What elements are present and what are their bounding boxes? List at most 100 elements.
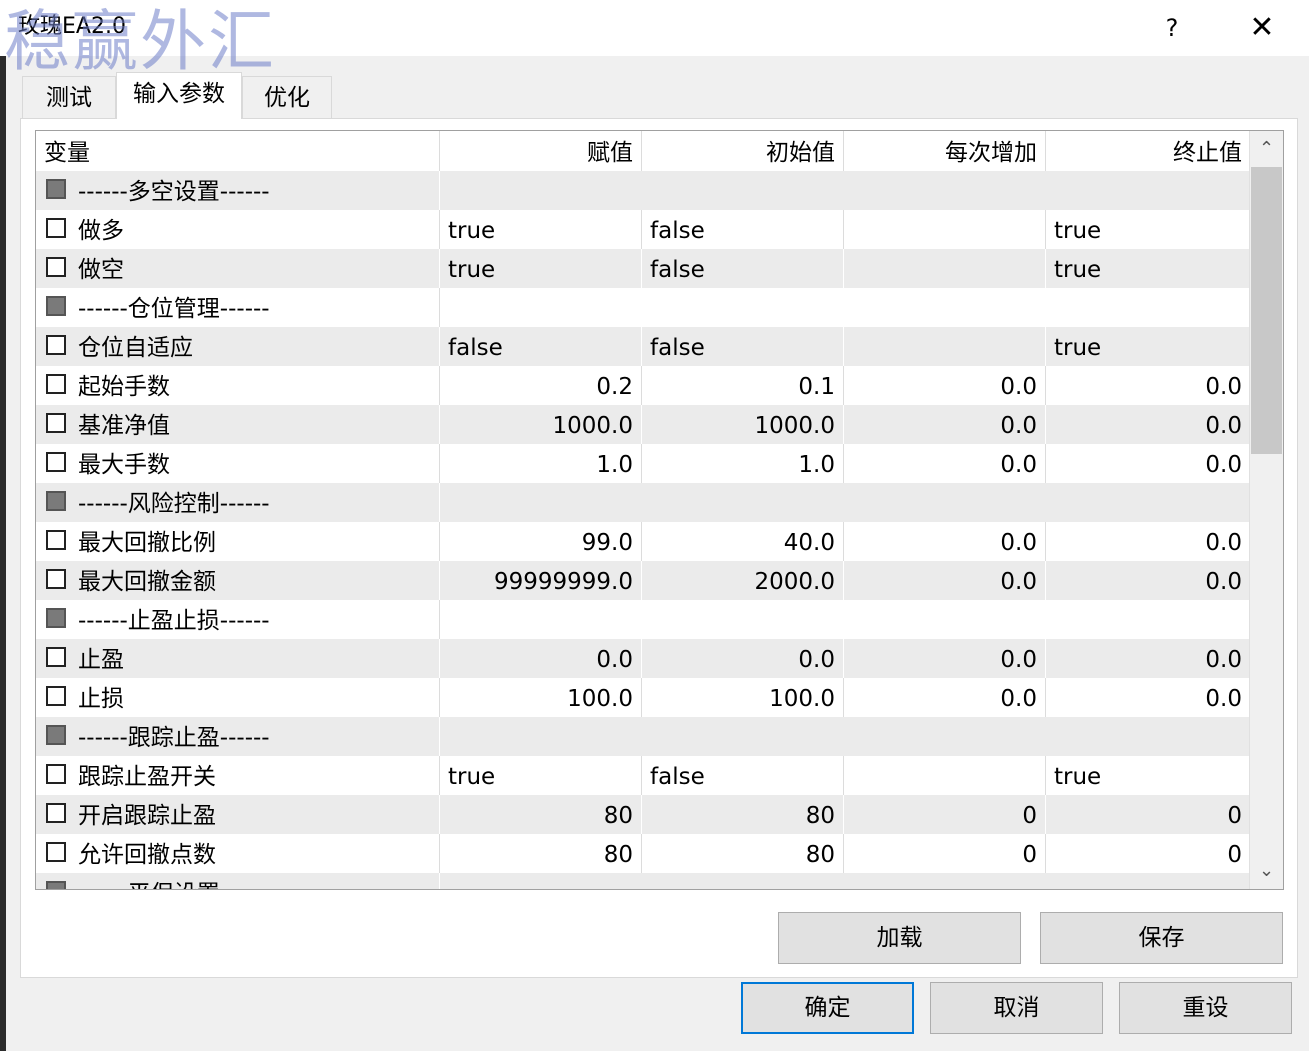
value-cell[interactable]: 80 (440, 834, 642, 873)
optimize-checkbox[interactable] (46, 335, 66, 355)
cancel-button[interactable]: 取消 (930, 982, 1103, 1034)
header-step[interactable]: 每次增加 (844, 131, 1046, 171)
step-cell[interactable]: 0.0 (844, 639, 1046, 678)
optimize-checkbox[interactable] (46, 218, 66, 238)
value-cell[interactable]: true (440, 210, 642, 249)
ok-button[interactable]: 确定 (741, 982, 914, 1034)
step-cell[interactable]: 0 (844, 834, 1046, 873)
optimize-checkbox[interactable] (46, 530, 66, 550)
table-row[interactable]: 止盈 0.0 0.0 0.0 0.0 (36, 639, 1250, 678)
step-cell[interactable]: 0.0 (844, 366, 1046, 405)
tab-input-parameters[interactable]: 输入参数 (116, 72, 242, 119)
stop-cell[interactable]: 0.0 (1046, 444, 1250, 483)
table-row[interactable]: 允许回撤点数 80 80 0 0 (36, 834, 1250, 873)
step-cell[interactable]: 0.0 (844, 561, 1046, 600)
value-cell[interactable]: false (440, 327, 642, 366)
start-cell[interactable]: 100.0 (642, 678, 844, 717)
close-button[interactable]: ✕ (1240, 8, 1284, 48)
group-checkbox[interactable] (46, 725, 66, 745)
start-cell[interactable]: 1000.0 (642, 405, 844, 444)
stop-cell[interactable]: true (1046, 756, 1250, 795)
table-row[interactable]: 跟踪止盈开关 true false true (36, 756, 1250, 795)
header-variable[interactable]: 变量 (36, 131, 440, 171)
start-cell[interactable]: 2000.0 (642, 561, 844, 600)
section-row[interactable]: ------跟踪止盈------ (36, 717, 1250, 756)
vertical-scrollbar[interactable]: ⌃ ⌄ (1249, 131, 1283, 889)
table-row[interactable]: 仓位自适应 false false true (36, 327, 1250, 366)
stop-cell[interactable]: true (1046, 327, 1250, 366)
value-cell[interactable]: 1000.0 (440, 405, 642, 444)
scroll-down-icon[interactable]: ⌄ (1250, 853, 1283, 889)
section-row[interactable]: ------风险控制------ (36, 483, 1250, 522)
stop-cell[interactable]: 0.0 (1046, 639, 1250, 678)
start-cell[interactable]: false (642, 249, 844, 288)
table-row[interactable]: 做多 true false true (36, 210, 1250, 249)
optimize-checkbox[interactable] (46, 257, 66, 277)
start-cell[interactable]: 0.0 (642, 639, 844, 678)
section-row[interactable]: ------仓位管理------ (36, 288, 1250, 327)
reset-button[interactable]: 重设 (1119, 982, 1292, 1034)
stop-cell[interactable]: 0.0 (1046, 366, 1250, 405)
table-row[interactable]: 做空 true false true (36, 249, 1250, 288)
value-cell[interactable]: 0.2 (440, 366, 642, 405)
stop-cell[interactable]: true (1046, 210, 1250, 249)
optimize-checkbox[interactable] (46, 803, 66, 823)
value-cell[interactable]: true (440, 756, 642, 795)
step-cell[interactable]: 0 (844, 795, 1046, 834)
value-cell[interactable]: 0.0 (440, 639, 642, 678)
step-cell[interactable] (844, 210, 1046, 249)
value-cell[interactable]: 80 (440, 795, 642, 834)
optimize-checkbox[interactable] (46, 647, 66, 667)
value-cell[interactable]: 1.0 (440, 444, 642, 483)
group-checkbox[interactable] (46, 296, 66, 316)
stop-cell[interactable]: 0.0 (1046, 522, 1250, 561)
optimize-checkbox[interactable] (46, 374, 66, 394)
save-button[interactable]: 保存 (1040, 912, 1283, 964)
header-value[interactable]: 赋值 (440, 131, 642, 171)
start-cell[interactable]: 1.0 (642, 444, 844, 483)
table-row[interactable]: 止损 100.0 100.0 0.0 0.0 (36, 678, 1250, 717)
stop-cell[interactable]: 0 (1046, 795, 1250, 834)
header-stop[interactable]: 终止值 (1046, 131, 1250, 171)
optimize-checkbox[interactable] (46, 764, 66, 784)
table-row[interactable]: 开启跟踪止盈 80 80 0 0 (36, 795, 1250, 834)
load-button[interactable]: 加载 (778, 912, 1021, 964)
start-cell[interactable]: false (642, 327, 844, 366)
table-row[interactable]: 基准净值 1000.0 1000.0 0.0 0.0 (36, 405, 1250, 444)
start-cell[interactable]: false (642, 210, 844, 249)
start-cell[interactable]: 80 (642, 834, 844, 873)
step-cell[interactable]: 0.0 (844, 405, 1046, 444)
tab-optimization[interactable]: 优化 (242, 76, 332, 118)
stop-cell[interactable]: 0.0 (1046, 405, 1250, 444)
start-cell[interactable]: 0.1 (642, 366, 844, 405)
step-cell[interactable] (844, 327, 1046, 366)
optimize-checkbox[interactable] (46, 413, 66, 433)
group-checkbox[interactable] (46, 491, 66, 511)
value-cell[interactable]: true (440, 249, 642, 288)
stop-cell[interactable]: 0.0 (1046, 561, 1250, 600)
step-cell[interactable]: 0.0 (844, 522, 1046, 561)
group-checkbox[interactable] (46, 608, 66, 628)
start-cell[interactable]: 40.0 (642, 522, 844, 561)
value-cell[interactable]: 100.0 (440, 678, 642, 717)
table-row[interactable]: 起始手数 0.2 0.1 0.0 0.0 (36, 366, 1250, 405)
stop-cell[interactable]: true (1046, 249, 1250, 288)
start-cell[interactable]: 80 (642, 795, 844, 834)
tab-test[interactable]: 测试 (22, 76, 116, 118)
step-cell[interactable]: 0.0 (844, 678, 1046, 717)
optimize-checkbox[interactable] (46, 452, 66, 472)
optimize-checkbox[interactable] (46, 686, 66, 706)
header-start[interactable]: 初始值 (642, 131, 844, 171)
section-row[interactable]: ------平保设置------ (36, 873, 1250, 889)
optimize-checkbox[interactable] (46, 569, 66, 589)
section-row[interactable]: ------止盈止损------ (36, 600, 1250, 639)
help-button[interactable]: ? (1150, 8, 1194, 48)
step-cell[interactable] (844, 756, 1046, 795)
value-cell[interactable]: 99.0 (440, 522, 642, 561)
value-cell[interactable]: 99999999.0 (440, 561, 642, 600)
stop-cell[interactable]: 0 (1046, 834, 1250, 873)
table-row[interactable]: 最大回撤比例 99.0 40.0 0.0 0.0 (36, 522, 1250, 561)
stop-cell[interactable]: 0.0 (1046, 678, 1250, 717)
group-checkbox[interactable] (46, 881, 66, 889)
table-row[interactable]: 最大手数 1.0 1.0 0.0 0.0 (36, 444, 1250, 483)
